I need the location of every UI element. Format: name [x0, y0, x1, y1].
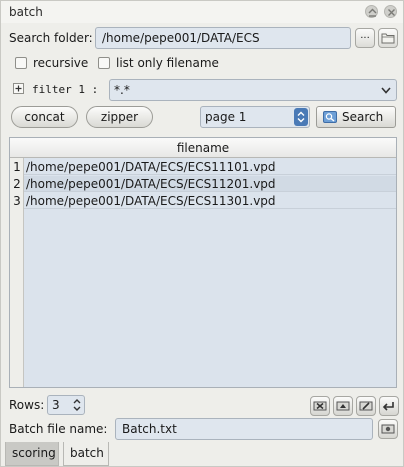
- search-button-label: Search: [342, 110, 384, 124]
- rows-label: Rows:: [9, 398, 45, 412]
- page-select-value: page 1: [205, 110, 247, 124]
- page-select[interactable]: page 1: [200, 106, 310, 128]
- table-edit-icon: [359, 401, 373, 411]
- row-number: 2: [13, 177, 21, 191]
- tab-batch[interactable]: batch: [63, 442, 109, 466]
- select-arrows-icon: [294, 108, 308, 126]
- concat-button[interactable]: concat: [11, 106, 78, 128]
- tab-scoring[interactable]: scoring: [5, 442, 59, 466]
- batch-file-options-button[interactable]: [378, 419, 398, 439]
- filter-combobox[interactable]: *.*: [109, 79, 397, 101]
- open-folder-button[interactable]: [378, 28, 398, 48]
- enter-button[interactable]: [379, 396, 399, 416]
- browse-button[interactable]: ...: [355, 28, 375, 48]
- spin-arrows-icon: [73, 399, 81, 411]
- search-button[interactable]: Search: [316, 106, 396, 128]
- settings-list-icon: [381, 424, 395, 434]
- rows-value: 3: [52, 398, 60, 412]
- delete-rows-button[interactable]: [310, 396, 330, 416]
- chevron-down-icon: [378, 82, 394, 98]
- rows-spinbox[interactable]: 3: [47, 395, 85, 415]
- window-title: batch: [9, 5, 43, 19]
- list-only-filename-checkbox[interactable]: [98, 57, 110, 69]
- batch-file-name-input[interactable]: Batch.txt: [115, 418, 373, 440]
- table-up-icon: [336, 401, 350, 411]
- search-icon: [323, 111, 337, 123]
- edit-rows-button[interactable]: [356, 396, 376, 416]
- title-bar: batch: [1, 1, 403, 23]
- move-up-button[interactable]: [333, 396, 353, 416]
- filename-column-header[interactable]: filename: [10, 138, 396, 158]
- zipper-button[interactable]: zipper: [86, 106, 153, 128]
- expand-filter-button[interactable]: [13, 83, 24, 94]
- table-row[interactable]: /home/pepe001/DATA/ECS/ECS11201.vpd: [24, 176, 396, 192]
- table-row[interactable]: /home/pepe001/DATA/ECS/ECS11301.vpd: [24, 193, 396, 209]
- row-number: 1: [13, 160, 21, 174]
- table-delete-icon: [313, 401, 327, 411]
- recursive-checkbox[interactable]: [15, 57, 27, 69]
- file-table: filename 1 /home/pepe001/DATA/ECS/ECS111…: [9, 137, 397, 388]
- return-arrow-icon: [382, 402, 394, 411]
- browse-button-label: ...: [360, 30, 370, 41]
- search-folder-input[interactable]: /home/pepe001/DATA/ECS: [95, 27, 351, 49]
- table-row[interactable]: /home/pepe001/DATA/ECS/ECS11101.vpd: [24, 159, 396, 175]
- filter-label: filter 1 :: [32, 83, 99, 96]
- batch-file-name-label: Batch file name:: [9, 422, 108, 436]
- folder-icon: [381, 33, 395, 44]
- close-icon[interactable]: [384, 5, 397, 18]
- filter-value: *.*: [114, 83, 130, 97]
- minimize-icon[interactable]: [365, 5, 378, 18]
- recursive-label: recursive: [33, 56, 89, 70]
- list-only-filename-label: list only filename: [116, 56, 219, 70]
- batch-window: batch Search folder: /home/pepe001/DATA/…: [0, 0, 404, 467]
- row-number: 3: [13, 194, 21, 208]
- plus-icon: [15, 85, 22, 92]
- search-folder-label: Search folder:: [9, 31, 93, 45]
